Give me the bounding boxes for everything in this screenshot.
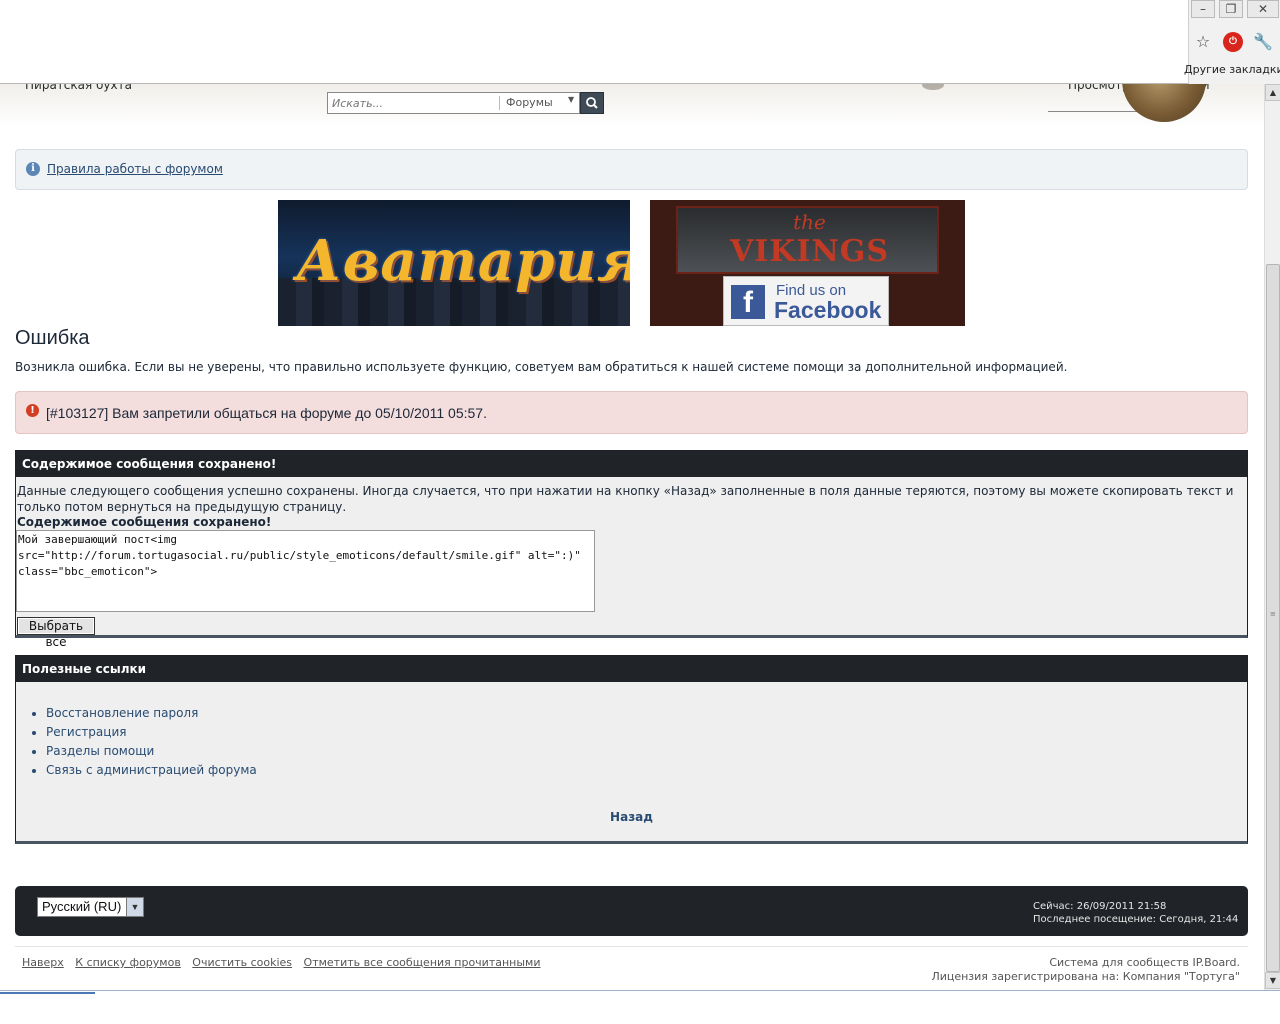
select-all-button[interactable]: Выбрать все xyxy=(17,617,95,649)
contact-admin-link[interactable]: Связь с администрацией форума xyxy=(46,761,257,780)
avataria-banner[interactable]: Аватария xyxy=(278,200,630,326)
footer-credit: Система для сообществ IP.Board. Лицензия… xyxy=(900,956,1240,984)
last-visit: Последнее посещение: Сегодня, 21:44 xyxy=(1033,914,1239,925)
adblock-icon[interactable]: ⏻ xyxy=(1223,32,1243,52)
search-separator xyxy=(499,96,500,110)
mark-all-read-link[interactable]: Отметить все сообщения прочитанными xyxy=(304,956,541,969)
search-box: Форумы ▼ xyxy=(327,92,580,114)
language-value: Русский (RU) xyxy=(42,899,122,914)
facebook-badge: f Find us on Facebook xyxy=(723,276,889,326)
footer-divider xyxy=(15,946,1248,947)
error-message-box: ! [#103127] Вам запретили общаться на фо… xyxy=(15,391,1248,434)
chevron-down-icon[interactable]: ▼ xyxy=(126,898,143,916)
facebook-name-text: Facebook xyxy=(774,297,882,323)
scroll-up-button[interactable]: ▲ xyxy=(1265,84,1280,101)
vikings-banner[interactable]: the VIKINGS f Find us on Facebook xyxy=(650,200,965,326)
vikings-sign: the VIKINGS xyxy=(676,206,939,274)
avataria-banner-text: Аватария xyxy=(296,228,630,294)
current-time: Сейчас: 26/09/2011 21:58 xyxy=(1033,901,1167,912)
clear-cookies-link[interactable]: Очистить cookies xyxy=(192,956,292,969)
error-message: [#103127] Вам запретили общаться на фору… xyxy=(46,405,487,421)
wrench-icon[interactable]: 🔧 xyxy=(1253,32,1273,52)
error-description: Возникла ошибка. Если вы не уверены, что… xyxy=(15,360,1068,374)
vertical-scrollbar[interactable]: ▲ ≡ ▼ xyxy=(1264,84,1280,990)
vikings-the-text: the xyxy=(793,210,826,234)
close-window-button[interactable]: ✕ xyxy=(1247,0,1279,18)
to-top-link[interactable]: Наверх xyxy=(22,956,64,969)
vikings-title-text: VIKINGS xyxy=(729,234,890,269)
page-title: Ошибка xyxy=(15,327,90,349)
page-load-progress xyxy=(0,992,95,994)
password-recovery-link[interactable]: Восстановление пароля xyxy=(46,704,257,723)
footer-bar: Русский (RU) ▼ Сейчас: 26/09/2011 21:58 … xyxy=(15,886,1248,936)
info-icon: i xyxy=(26,162,40,176)
help-sections-link[interactable]: Разделы помощи xyxy=(46,742,257,761)
facebook-icon: f xyxy=(731,285,765,319)
saved-post-heading: Содержимое сообщения сохранено! xyxy=(16,451,1247,477)
footer-links: Наверх К списку форумов Очистить cookies… xyxy=(22,956,549,969)
language-select[interactable]: Русский (RU) ▼ xyxy=(37,897,144,917)
grip-icon: ≡ xyxy=(1270,610,1276,618)
chevron-down-icon[interactable]: ▼ xyxy=(568,95,574,104)
search-icon xyxy=(586,97,598,109)
scroll-down-button[interactable]: ▼ xyxy=(1265,972,1280,989)
browser-status-strip xyxy=(0,990,1280,1024)
back-link[interactable]: Назад xyxy=(16,810,1247,824)
search-button[interactable] xyxy=(580,92,604,114)
search-scope-select[interactable]: Форумы xyxy=(506,96,553,109)
browser-chrome xyxy=(0,0,1188,84)
forum-rules-bar: i Правила работы с форумом xyxy=(15,149,1248,190)
saved-post-panel: Содержимое сообщения сохранено! Данные с… xyxy=(15,450,1248,649)
useful-links-heading: Полезные ссылки xyxy=(16,656,1247,682)
star-icon[interactable]: ☆ xyxy=(1193,32,1213,52)
footer-time-info: Сейчас: 26/09/2011 21:58 Последнее посещ… xyxy=(1033,900,1238,926)
forum-index-link[interactable]: К списку форумов xyxy=(75,956,181,969)
restore-button[interactable]: ❐ xyxy=(1219,0,1243,18)
saved-post-description: Данные следующего сообщения успешно сохр… xyxy=(17,484,1234,514)
license-credit: Лицензия зарегистрирована на: Компания "… xyxy=(931,970,1240,983)
forum-rules-link[interactable]: Правила работы с форумом xyxy=(47,162,223,176)
search-input[interactable] xyxy=(328,93,498,113)
ipboard-credit[interactable]: Система для сообществ IP.Board. xyxy=(900,956,1240,970)
other-bookmarks[interactable]: Другие закладки xyxy=(1184,63,1280,76)
useful-links-list: Восстановление пароля Регистрация Раздел… xyxy=(46,704,257,780)
alert-icon: ! xyxy=(26,404,39,417)
scroll-thumb[interactable]: ≡ xyxy=(1266,264,1280,972)
registration-link[interactable]: Регистрация xyxy=(46,723,257,742)
saved-post-label: Содержимое сообщения сохранено! xyxy=(17,515,272,529)
useful-links-panel: Полезные ссылки Восстановление пароля Ре… xyxy=(15,655,1248,844)
minimize-button[interactable]: – xyxy=(1191,0,1215,18)
saved-post-textarea[interactable]: Мой завершающий пост<img src="http://for… xyxy=(16,530,595,612)
